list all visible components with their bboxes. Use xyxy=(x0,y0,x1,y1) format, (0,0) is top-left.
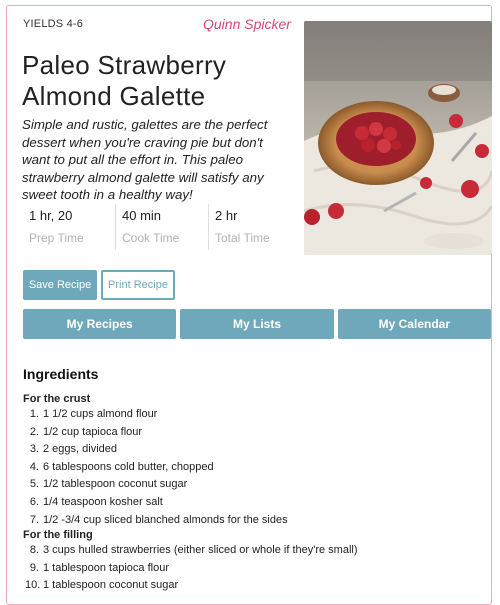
total-time-value: 2 hr xyxy=(215,208,238,223)
ingredient-text: 1/2 tablespoon coconut sugar xyxy=(43,478,188,491)
ingredient-text: 1 tablespoon coconut sugar xyxy=(43,579,179,592)
ingredient-item: 5. 1/2 tablespoon coconut sugar xyxy=(23,476,493,494)
crust-group-label: For the crust xyxy=(23,393,91,405)
my-calendar-button[interactable]: My Calendar xyxy=(337,309,491,339)
print-recipe-button[interactable]: Print Recipe xyxy=(101,270,175,300)
ingredient-number: 7. xyxy=(29,513,39,526)
ingredient-text: 1 tablespoon tapioca flour xyxy=(43,561,169,574)
recipe-summary: Simple and rustic, galettes are the perf… xyxy=(22,117,268,202)
cook-time-value: 40 min xyxy=(122,208,162,223)
ingredient-number: 6. xyxy=(29,495,39,508)
ingredient-number: 2. xyxy=(29,425,39,438)
prep-time-label: Prep Time xyxy=(29,231,84,245)
author-name[interactable]: Quinn Spicker xyxy=(203,16,291,32)
my-lists-button[interactable]: My Lists xyxy=(180,309,334,339)
ingredient-item: 6. 1/4 teaspoon kosher salt xyxy=(23,494,493,512)
ingredient-text: 1/4 teaspoon kosher salt xyxy=(43,495,163,508)
ingredient-number: 10. xyxy=(25,579,41,592)
ingredient-number: 8. xyxy=(29,544,39,557)
recipe-title: Paleo Strawberry Almond Galette xyxy=(22,50,227,111)
ingredient-number: 4. xyxy=(29,460,39,473)
ingredient-item: 2. 1/2 cup tapioca flour xyxy=(23,424,493,442)
ingredient-item: 4. 6 tablespoons cold butter, chopped xyxy=(23,459,493,477)
prep-time-value: 1 hr, 20 xyxy=(29,208,73,223)
time-stats: 1 hr, 20 Prep Time 40 min Cook Time 2 hr… xyxy=(23,204,301,250)
prep-time: 1 hr, 20 Prep Time xyxy=(23,204,115,250)
ingredient-text: 1/2 cup tapioca flour xyxy=(43,425,143,438)
ingredient-number: 1. xyxy=(29,408,39,420)
ingredient-text: 1 1/2 cups almond flour xyxy=(43,408,158,420)
ingredient-item: 8. 3 cups hulled strawberries (either sli… xyxy=(23,542,493,560)
total-time: 2 hr Total Time xyxy=(208,204,301,250)
ingredients-list: For the crust 1. 1 1/2 cups almond flour … xyxy=(23,393,493,595)
ingredient-number: 3. xyxy=(29,443,39,456)
ingredient-text: 6 tablespoons cold butter, chopped xyxy=(43,460,214,473)
recipe-nav: My Recipes My Lists My Calendar xyxy=(23,309,491,339)
filling-group-label: For the filling xyxy=(23,529,93,542)
ingredient-item: 3. 2 eggs, divided xyxy=(23,441,493,459)
yields-label: YIELDS 4-6 xyxy=(23,18,84,30)
ingredients-heading: Ingredients xyxy=(23,366,99,382)
ingredient-item: 10. 1 tablespoon coconut sugar xyxy=(23,577,493,595)
cook-time: 40 min Cook Time xyxy=(115,204,208,250)
ingredient-item: 7. 1/2 -3/4 cup sliced blanched almonds f… xyxy=(23,512,493,530)
ingredient-item: 9. 1 tablespoon tapioca flour xyxy=(23,560,493,578)
ingredient-text: 3 cups hulled strawberries (either slice… xyxy=(43,544,358,557)
ingredient-item: 1. 1 1/2 cups almond flour xyxy=(23,406,493,424)
recipe-photo xyxy=(304,21,492,255)
ingredient-number: 9. xyxy=(29,561,39,574)
ingredient-text: 2 eggs, divided xyxy=(43,443,117,456)
ingredient-text: 1/2 -3/4 cup sliced blanched almonds for… xyxy=(43,513,288,526)
ingredient-number: 5. xyxy=(29,478,39,491)
total-time-label: Total Time xyxy=(215,231,270,245)
save-recipe-button[interactable]: Save Recipe xyxy=(23,270,97,300)
cook-time-label: Cook Time xyxy=(122,231,180,245)
my-recipes-button[interactable]: My Recipes xyxy=(23,309,177,339)
recipe-card: YIELDS 4-6 Quinn Spicker Paleo Strawberr… xyxy=(6,5,492,605)
